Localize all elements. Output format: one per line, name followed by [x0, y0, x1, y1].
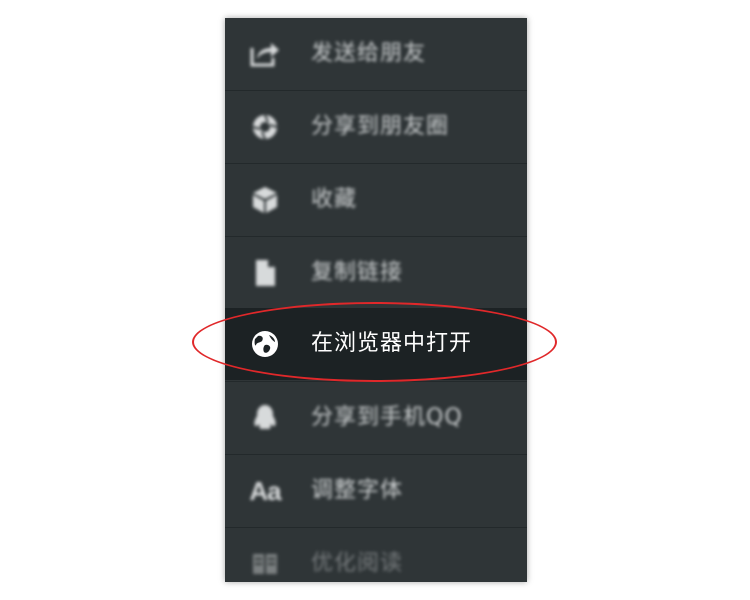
moments-aperture-icon	[249, 113, 281, 141]
menu-item-share-moments[interactable]: 分享到朋友圈	[225, 91, 527, 163]
menu-item-favorite[interactable]: 收藏	[225, 164, 527, 236]
reader-icon	[249, 550, 281, 578]
qq-penguin-icon	[249, 404, 281, 432]
menu-item-label: 在浏览器中打开	[311, 331, 473, 356]
menu-item-label: 收藏	[311, 187, 358, 212]
menu-item-open-in-browser[interactable]: 在浏览器中打开	[225, 308, 527, 380]
menu-item-label: 优化阅读	[311, 551, 404, 576]
menu-item-label: 分享到朋友圈	[311, 114, 450, 139]
menu-item-label: 复制链接	[311, 260, 404, 285]
share-arrow-icon	[249, 40, 281, 68]
font-aa-icon: Aa	[249, 475, 281, 506]
menu-item-adjust-font[interactable]: Aa 调整字体	[225, 455, 527, 527]
cube-icon	[249, 186, 281, 214]
globe-icon	[249, 330, 281, 358]
menu-item-label: 分享到手机QQ	[311, 405, 463, 430]
menu-item-label: 发送给朋友	[311, 41, 427, 66]
menu-item-label: 调整字体	[311, 478, 404, 503]
document-icon	[249, 259, 281, 287]
menu-item-share-qq[interactable]: 分享到手机QQ	[225, 382, 527, 454]
menu-item-copy-link[interactable]: 复制链接	[225, 237, 527, 309]
share-menu: 发送给朋友 分享到朋友圈 收藏 复制链接 在浏览器中打开 分享到手机QQ Aa …	[225, 18, 527, 582]
menu-item-reader-mode[interactable]: 优化阅读	[225, 528, 527, 582]
menu-item-send-to-friend[interactable]: 发送给朋友	[225, 18, 527, 90]
